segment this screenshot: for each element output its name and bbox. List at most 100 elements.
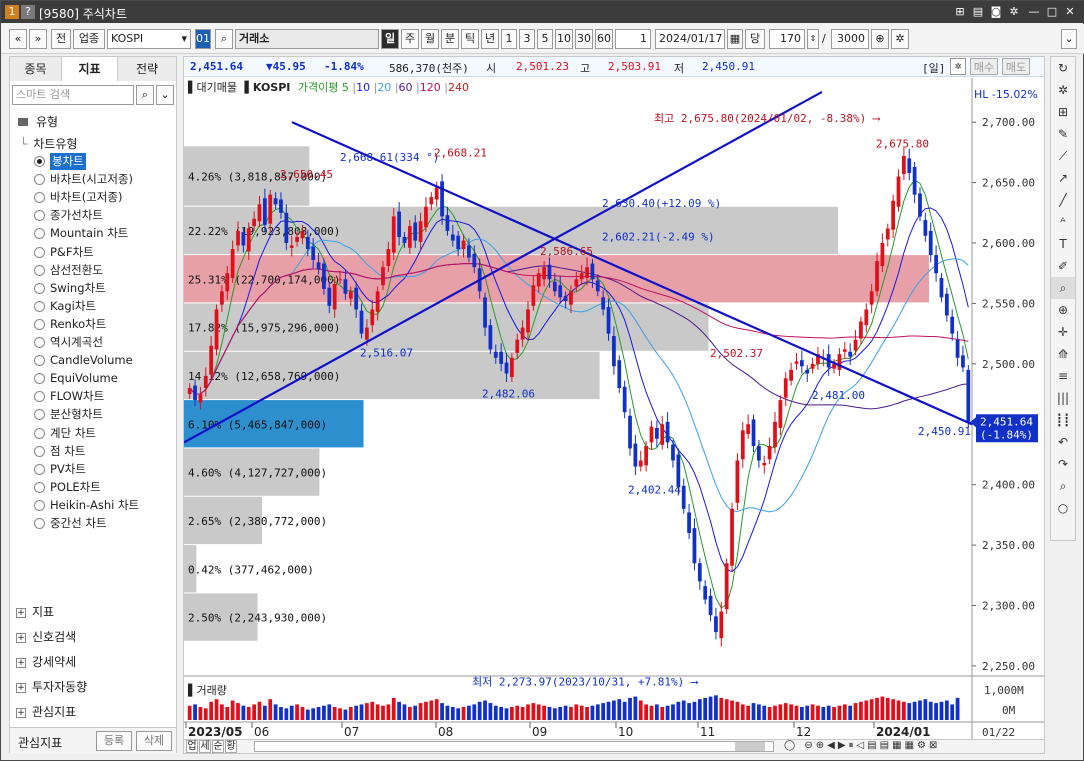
chart-type-item[interactable]: 점 차트 [50,443,85,460]
chart-type-item[interactable]: Mountain 차트 [50,225,128,242]
period-year[interactable]: 년 [481,29,499,49]
bottom-tab[interactable]: 세 [199,740,211,753]
max-field[interactable]: 3000 [831,29,869,49]
scrollbar-track[interactable] [254,741,774,752]
tab-strategy[interactable]: 전략 [118,57,176,81]
close-icon[interactable]: ✕ [1063,5,1077,19]
section-1[interactable]: + 신호검색 [16,627,76,647]
pen-icon[interactable]: ✎ [1051,123,1075,145]
search-icon[interactable]: ⌕ [215,29,233,49]
chart-type-radio[interactable] [34,192,45,204]
sell-button[interactable]: 매도 [1002,58,1030,75]
interval-60[interactable]: 60 [595,29,613,49]
expand-icon[interactable]: + [16,707,26,718]
chart-type-item[interactable]: PV차트 [50,461,86,478]
interval-10[interactable]: 10 [555,29,573,49]
count-field[interactable]: 170 [769,29,805,49]
chart-type-item[interactable]: POLE차트 [50,479,101,496]
chart-type-radio[interactable] [34,445,45,457]
indicator-icon[interactable]: ⊞ [1051,101,1075,123]
chart-type-radio[interactable] [34,282,45,294]
expand-icon[interactable]: + [16,682,26,693]
chart-type-radio[interactable] [34,337,45,348]
chart-type-item[interactable]: 봉차트 [50,153,86,170]
maximize-icon[interactable]: □ [1045,5,1059,19]
crosshair-icon[interactable]: ✛ [1051,321,1075,343]
chart-type-radio[interactable] [34,210,45,222]
chart-type-item[interactable]: Heikin-Ashi 차트 [50,497,139,514]
legend-ma60[interactable]: 60 [399,81,413,94]
current-label[interactable]: 당 [745,29,765,49]
line-tool-icon[interactable]: ⟋ [1051,145,1075,167]
fibonacci-icon[interactable]: ⟰ [1051,343,1075,365]
smart-search-input[interactable]: 스마트 검색 [12,85,134,105]
channel-icon[interactable]: ≡ [1051,365,1075,387]
chart-type-radio[interactable] [34,174,45,186]
legend-kospi[interactable]: KOSPI [253,81,290,94]
chart-type-radio[interactable] [34,499,45,511]
period-minute[interactable]: 분 [441,29,459,49]
text-tool-icon[interactable]: T [1051,233,1075,255]
period-tick[interactable]: 틱 [461,29,479,49]
period-day[interactable]: 일 [381,29,399,49]
search-icon[interactable]: ⌕ [136,85,154,105]
camera-icon[interactable]: ◙ [989,5,1003,19]
chart-type-item[interactable]: 바차트(고저종) [50,189,122,206]
zoom-out-icon[interactable]: ⊖ [804,740,815,751]
bottom-controls[interactable]: ◯ ⊖⊕◀▶⏸◁▤▤▦▦⚙⊠ [784,740,1034,751]
chart-type-item[interactable]: P&F차트 [50,244,94,261]
grid-icon[interactable]: ┋┋ [1051,409,1075,431]
symbol-tag[interactable]: 01 [195,29,211,49]
legend-ma5[interactable]: 5 [342,81,349,94]
zoom-in-icon[interactable]: ⊕ [816,740,827,751]
help-icon[interactable]: ? [21,5,35,19]
expand-icon[interactable]: + [16,657,26,668]
chevron-down-icon[interactable]: ⌄ [156,85,174,105]
chart-type-radio[interactable] [34,318,45,330]
trendline-icon[interactable]: ╱ [1051,189,1075,211]
chart-type-item[interactable]: 계단 차트 [50,425,96,442]
interval-1[interactable]: 1 [501,29,517,49]
legend-ma20[interactable]: 20 [377,81,391,94]
chart-type-radio[interactable] [34,481,45,493]
all-button[interactable]: 전 [51,29,71,49]
undo-icon[interactable]: ↶ [1051,431,1075,453]
price-chart[interactable]: 4.26% (3,818,857,000)22.22% (19,923,808,… [184,78,1044,754]
zoom-icon[interactable]: ⊕ [871,29,889,49]
chart-type-radio[interactable] [34,409,45,421]
bottom-tab[interactable]: 업 [186,740,198,753]
settings-icon[interactable]: ✲ [1051,79,1075,101]
chart-type-radio[interactable] [34,156,45,167]
expand-icon[interactable]: + [16,607,26,618]
legend-ma240[interactable]: 240 [448,81,469,94]
delete-button[interactable]: 삭제 [136,731,172,751]
nav-down-button[interactable]: » [29,29,47,49]
chart-type-item[interactable]: 바차트(시고저종) [50,171,133,188]
refresh-icon[interactable]: ↻ [1051,57,1075,79]
vertical-lines-icon[interactable]: ||| [1051,387,1075,409]
count-stepper[interactable]: ⇕ [807,29,819,49]
chart-type-item[interactable]: 분산형차트 [50,406,103,423]
section-0[interactable]: + 지표 [16,602,54,622]
interval-3[interactable]: 3 [519,29,535,49]
chart-type-radio[interactable] [34,373,45,385]
legend-ma120[interactable]: 120 [420,81,441,94]
exchange-field[interactable]: 거래소 [235,29,379,49]
magnifier-icon[interactable]: ⌕ [1051,475,1075,497]
chart-type-item[interactable]: Renko차트 [50,316,106,333]
chart-type-radio[interactable] [34,246,45,258]
bottom-tab[interactable]: 순 [212,740,224,753]
section-3[interactable]: + 투자자동향 [16,677,87,697]
chart-type-item[interactable]: Swing차트 [50,280,106,297]
chart-type-radio[interactable] [34,355,45,367]
circle-icon[interactable]: ○ [1051,497,1075,519]
nav-prev-button[interactable]: « [9,29,27,49]
chart-type-item[interactable]: 역시계곡선 [50,334,103,351]
chart-type-radio[interactable] [34,391,45,403]
chart-type-item[interactable]: EquiVolume [50,370,118,387]
chevron-down-icon[interactable]: ⌄ [1061,29,1077,49]
legend-ma-label[interactable]: 가격이평 [298,81,338,94]
redo-icon[interactable]: ↷ [1051,453,1075,475]
chart-type-header[interactable]: └ 차트유형 [20,135,77,152]
ray-tool-icon[interactable]: ↗ [1051,167,1075,189]
